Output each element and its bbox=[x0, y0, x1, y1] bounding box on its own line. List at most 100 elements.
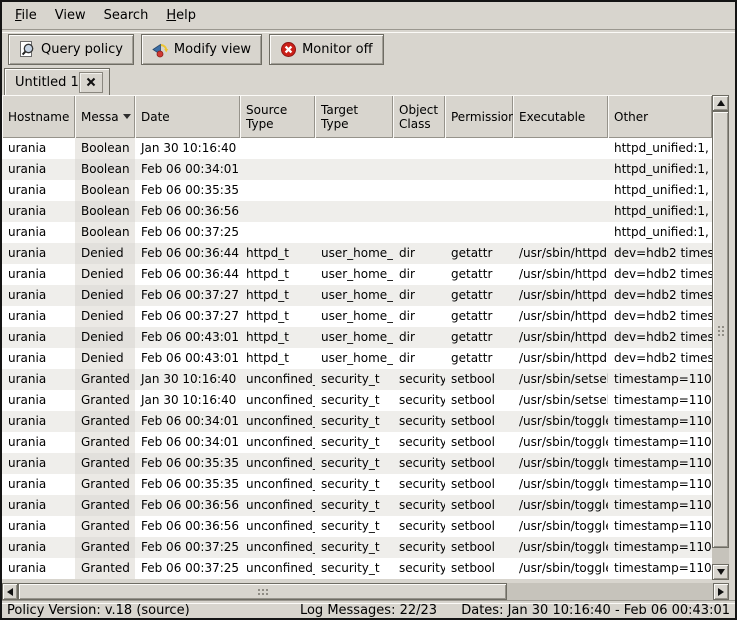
table-row[interactable]: uraniaGrantedJan 30 10:16:40unconfined_s… bbox=[2, 369, 712, 390]
column-header-source-type[interactable]: Source Type bbox=[240, 95, 315, 138]
table-cell: user_home_ bbox=[315, 327, 393, 348]
table-row[interactable]: uraniaDeniedFeb 06 00:36:44httpd_tuser_h… bbox=[2, 243, 712, 264]
table-cell: dir bbox=[393, 348, 445, 369]
table-cell: dev=hdb2 timesta bbox=[608, 243, 712, 264]
table-cell: setbool bbox=[445, 369, 513, 390]
scroll-down-button[interactable] bbox=[712, 564, 729, 580]
column-header-message[interactable]: Messa bbox=[75, 95, 135, 138]
scroll-right-button[interactable] bbox=[713, 583, 729, 600]
scroll-left-button[interactable] bbox=[2, 583, 18, 600]
tab-close-button[interactable] bbox=[79, 72, 103, 93]
table-cell: urania bbox=[2, 138, 75, 159]
table-cell: httpd_unified:1, h bbox=[608, 180, 712, 201]
table-cell: timestamp=11076 bbox=[608, 432, 712, 453]
table-row[interactable]: uraniaGrantedFeb 06 00:37:25unconfined_s… bbox=[2, 537, 712, 558]
table-cell: security bbox=[393, 516, 445, 537]
table-cell bbox=[513, 138, 608, 159]
table-cell bbox=[240, 222, 315, 243]
table-cell: security bbox=[393, 369, 445, 390]
table-row[interactable]: uraniaDeniedFeb 06 00:37:27httpd_tuser_h… bbox=[2, 306, 712, 327]
table-row[interactable]: uraniaGrantedFeb 06 00:34:01unconfined_s… bbox=[2, 411, 712, 432]
table-cell: security bbox=[393, 432, 445, 453]
column-header-object-class[interactable]: Object Class bbox=[393, 95, 445, 138]
table-cell: Granted bbox=[75, 390, 135, 411]
log-messages-status: Log Messages: 22/23 bbox=[300, 603, 437, 618]
menu-item-view[interactable]: View bbox=[46, 5, 95, 26]
table-cell: /usr/sbin/toggle bbox=[513, 453, 608, 474]
table-row[interactable]: uraniaBooleanJan 30 10:16:40httpd_unifie… bbox=[2, 138, 712, 159]
table-cell bbox=[445, 138, 513, 159]
table-cell: /usr/sbin/toggle bbox=[513, 558, 608, 579]
table-row[interactable]: uraniaGrantedFeb 06 00:35:35unconfined_s… bbox=[2, 453, 712, 474]
table-cell: httpd_unified:1, h bbox=[608, 201, 712, 222]
vertical-scrollbar-thumb[interactable] bbox=[712, 111, 729, 548]
table-cell bbox=[513, 159, 608, 180]
table-cell: httpd_t bbox=[240, 264, 315, 285]
table-cell: getattr bbox=[445, 306, 513, 327]
modify-view-icon bbox=[152, 41, 169, 58]
table-row[interactable]: uraniaGrantedJan 30 10:16:40unconfined_s… bbox=[2, 390, 712, 411]
table-cell: unconfined_ bbox=[240, 537, 315, 558]
table-row[interactable]: uraniaDeniedFeb 06 00:37:27httpd_tuser_h… bbox=[2, 285, 712, 306]
table-cell: urania bbox=[2, 516, 75, 537]
scroll-up-button[interactable] bbox=[712, 95, 729, 111]
table-cell: /usr/sbin/toggle bbox=[513, 516, 608, 537]
table-cell: security_t bbox=[315, 390, 393, 411]
table-cell: urania bbox=[2, 159, 75, 180]
table-cell bbox=[315, 138, 393, 159]
menu-item-help[interactable]: Help bbox=[157, 5, 205, 26]
table-cell: getattr bbox=[445, 243, 513, 264]
table-cell: security_t bbox=[315, 432, 393, 453]
table-cell: urania bbox=[2, 411, 75, 432]
status-bar: Policy Version: v.18 (source) Log Messag… bbox=[2, 603, 735, 618]
table-row[interactable]: uraniaBooleanFeb 06 00:36:56httpd_unifie… bbox=[2, 201, 712, 222]
monitor-off-button[interactable]: Monitor off bbox=[269, 34, 383, 65]
table-cell: httpd_t bbox=[240, 327, 315, 348]
table-row[interactable]: uraniaBooleanFeb 06 00:34:01httpd_unifie… bbox=[2, 159, 712, 180]
column-header-other[interactable]: Other bbox=[608, 95, 712, 138]
table-cell: Granted bbox=[75, 558, 135, 579]
table-row[interactable]: uraniaDeniedFeb 06 00:43:01httpd_tuser_h… bbox=[2, 327, 712, 348]
table-cell: Granted bbox=[75, 516, 135, 537]
table-row[interactable]: uraniaDeniedFeb 06 00:36:44httpd_tuser_h… bbox=[2, 264, 712, 285]
column-header-date[interactable]: Date bbox=[135, 95, 240, 138]
column-header-target-type[interactable]: Target Type bbox=[315, 95, 393, 138]
table-cell: urania bbox=[2, 390, 75, 411]
table-row[interactable]: uraniaGrantedFeb 06 00:35:35unconfined_s… bbox=[2, 474, 712, 495]
column-header-executable[interactable]: Executable bbox=[513, 95, 608, 138]
horizontal-scrollbar-thumb[interactable] bbox=[18, 583, 507, 600]
query-policy-icon bbox=[19, 41, 36, 58]
table-cell: timestamp=11076 bbox=[608, 411, 712, 432]
table-row[interactable]: uraniaGrantedFeb 06 00:34:01unconfined_s… bbox=[2, 432, 712, 453]
table-cell: Feb 06 00:34:01 bbox=[135, 432, 240, 453]
table-row[interactable]: uraniaBooleanFeb 06 00:37:25httpd_unifie… bbox=[2, 222, 712, 243]
table-cell: security bbox=[393, 474, 445, 495]
table-cell: Feb 06 00:35:35 bbox=[135, 453, 240, 474]
table-cell: unconfined_ bbox=[240, 495, 315, 516]
table-cell: /usr/sbin/setseb bbox=[513, 369, 608, 390]
table-cell: getattr bbox=[445, 264, 513, 285]
column-header-hostname[interactable]: Hostname bbox=[2, 95, 75, 138]
table-cell: dir bbox=[393, 264, 445, 285]
menu-item-search[interactable]: Search bbox=[95, 5, 158, 26]
table-row[interactable]: uraniaDeniedFeb 06 00:43:01httpd_tuser_h… bbox=[2, 348, 712, 369]
tab-untitled-1[interactable]: Untitled 1 bbox=[4, 68, 110, 95]
sort-descending-icon bbox=[123, 114, 131, 119]
table-cell: security bbox=[393, 390, 445, 411]
table-row[interactable]: uraniaGrantedFeb 06 00:37:25unconfined_s… bbox=[2, 558, 712, 579]
table-cell: security_t bbox=[315, 495, 393, 516]
table-cell: Feb 06 00:35:35 bbox=[135, 180, 240, 201]
modify-view-button[interactable]: Modify view bbox=[141, 34, 262, 65]
table-row[interactable]: uraniaGrantedFeb 06 00:36:56unconfined_s… bbox=[2, 495, 712, 516]
column-header-permission[interactable]: Permission bbox=[445, 95, 513, 138]
table-cell: security_t bbox=[315, 369, 393, 390]
table-cell: urania bbox=[2, 474, 75, 495]
table-cell: /usr/sbin/toggle bbox=[513, 495, 608, 516]
menu-item-file[interactable]: File bbox=[6, 5, 46, 26]
table-row[interactable]: uraniaBooleanFeb 06 00:35:35httpd_unifie… bbox=[2, 180, 712, 201]
vertical-scrollbar[interactable] bbox=[712, 95, 729, 580]
table-cell bbox=[513, 201, 608, 222]
table-row[interactable]: uraniaGrantedFeb 06 00:36:56unconfined_s… bbox=[2, 516, 712, 537]
query-policy-button[interactable]: Query policy bbox=[8, 34, 134, 65]
horizontal-scrollbar[interactable] bbox=[2, 583, 729, 600]
